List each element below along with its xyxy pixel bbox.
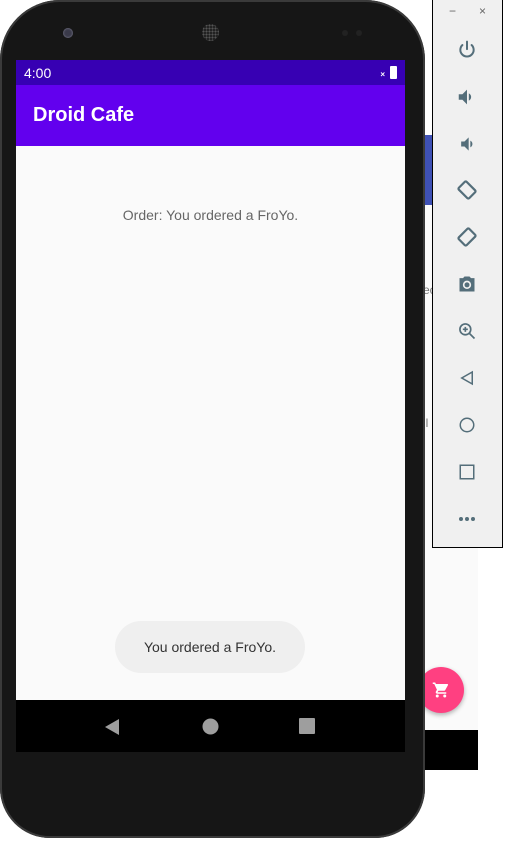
rotate-left-icon[interactable] — [455, 178, 479, 202]
phone-frame: 4:00 × Droid Cafe Order: You ordered a F… — [0, 0, 425, 838]
volume-up-icon[interactable] — [455, 85, 479, 109]
status-time: 4:00 — [24, 64, 52, 81]
nav-home-icon[interactable] — [202, 718, 219, 735]
app-bar: Droid Cafe — [16, 85, 405, 146]
nav-back-icon[interactable] — [103, 718, 121, 736]
minimize-button[interactable]: − — [449, 4, 456, 18]
zoom-icon[interactable] — [455, 319, 479, 343]
navigation-bar — [16, 700, 405, 752]
volume-down-icon[interactable] — [455, 132, 479, 156]
device-screen: 4:00 × Droid Cafe Order: You ordered a F… — [16, 60, 405, 752]
home-icon[interactable] — [455, 413, 479, 437]
cart-icon — [432, 682, 449, 698]
emulator-toolbar: − × — [432, 0, 503, 548]
camera-icon[interactable] — [455, 272, 479, 296]
toast-message: You ordered a FroYo. — [115, 621, 305, 673]
power-icon[interactable] — [455, 38, 479, 62]
overview-icon[interactable] — [455, 460, 479, 484]
earpiece-speaker — [202, 24, 219, 41]
proximity-sensor — [342, 30, 348, 36]
no-signal-icon: × — [380, 70, 385, 79]
rotate-right-icon[interactable] — [455, 225, 479, 249]
light-sensor — [356, 30, 362, 36]
order-text: Order: You ordered a FroYo. — [122, 207, 299, 223]
toast-text: You ordered a FroYo. — [143, 639, 277, 655]
more-icon[interactable] — [455, 507, 479, 531]
nav-overview-icon[interactable] — [299, 718, 316, 735]
battery-icon — [390, 66, 397, 79]
app-title: Droid Cafe — [33, 104, 135, 126]
back-icon[interactable] — [455, 366, 479, 390]
close-button[interactable]: × — [479, 4, 486, 18]
front-camera — [63, 28, 73, 38]
status-bar: 4:00 × — [16, 60, 405, 85]
